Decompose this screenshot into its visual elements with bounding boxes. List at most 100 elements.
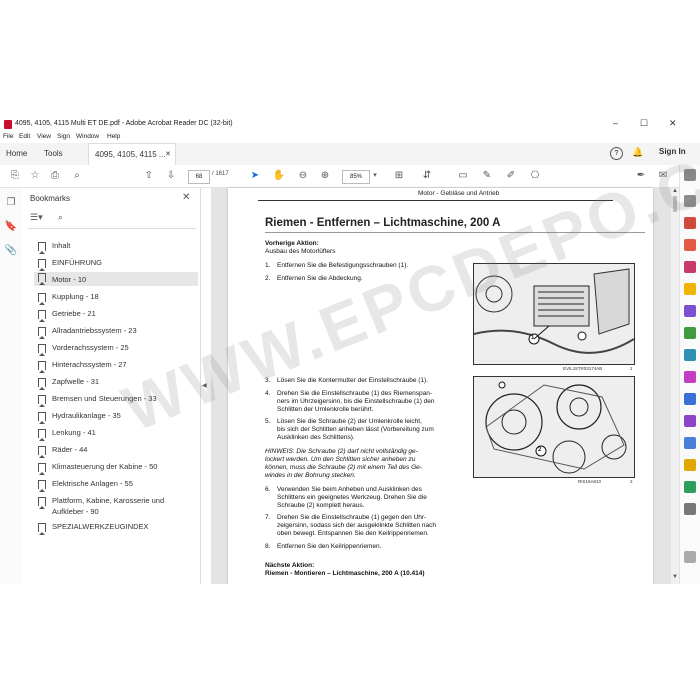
bookmark-icon (38, 242, 46, 254)
bookmark-icon (38, 480, 46, 492)
figure-2-drawing (474, 377, 634, 477)
bookmark-item[interactable]: EINFÜHRUNG (34, 258, 198, 271)
bookmark-icon (38, 378, 46, 390)
step-8: 8. Entfernen Sie den Keilrippenriemen. (265, 543, 382, 550)
bookmark-item[interactable]: Allradantriebssystem - 23 (34, 326, 198, 339)
bookmark-search-icon[interactable]: ⌕ (58, 212, 63, 223)
next-action-block: Nächste Aktion: Riemen - Montieren – Lic… (265, 562, 425, 577)
tab-close-icon[interactable]: ✕ (165, 144, 171, 166)
bookmark-item[interactable]: Plattform, Kabine, Karosserie und Aufkleb… (34, 496, 198, 518)
title-bar: 4095, 4105, 4115 Multi ET DE.pdf - Adobe… (0, 117, 700, 132)
notification-bell-icon[interactable]: 🔔 (632, 147, 643, 158)
help-icon[interactable]: ? (610, 147, 623, 160)
step-5: 5. Lösen Sie die Schraube (2) der Umlenk… (265, 418, 434, 441)
hand-tool-icon[interactable]: ✋ (272, 169, 286, 183)
tab-tools[interactable]: Tools (44, 143, 63, 165)
zoom-out-icon[interactable]: ⊖ (296, 169, 310, 183)
draw-icon[interactable]: ✐ (504, 169, 518, 183)
bookmark-item[interactable]: Kupplung - 18 (34, 292, 198, 305)
acrobat-app-icon (4, 120, 12, 129)
edit-pdf-icon[interactable] (684, 261, 696, 273)
send-for-signature-icon[interactable] (684, 415, 696, 427)
bookmark-item-selected[interactable]: Motor - 10 (34, 272, 198, 286)
bookmark-icon (38, 497, 46, 509)
maximize-button[interactable]: ☐ (640, 118, 648, 129)
bookmarks-close-icon[interactable]: ✕ (182, 192, 190, 203)
procedure-title: Riemen - Entfernen – Lichtmaschine, 200 … (265, 217, 501, 229)
menu-view[interactable]: View (37, 133, 51, 140)
close-window-button[interactable]: ✕ (669, 118, 677, 129)
tab-home[interactable]: Home (6, 143, 27, 165)
page-thumbnails-icon[interactable]: ❐ (4, 196, 18, 210)
menu-file[interactable]: File (3, 133, 13, 140)
tab-document-label: 4095, 4105, 4115 ... (95, 150, 166, 159)
zoom-dropdown-icon[interactable]: ▾ (368, 169, 382, 183)
bookmark-item[interactable]: Getriebe - 21 (34, 309, 198, 322)
bookmark-item[interactable]: Räder - 44 (34, 445, 198, 458)
create-pdf-icon[interactable]: ⎘ (8, 169, 22, 183)
bookmarks-divider (28, 228, 196, 229)
bookmark-item[interactable]: Inhalt (34, 241, 198, 254)
bookmark-icon (38, 523, 46, 535)
zoom-level-select[interactable]: 85% (342, 170, 370, 184)
menu-edit[interactable]: Edit (19, 133, 30, 140)
step-4: 4. Drehen Sie die Einstellschraube (1) d… (265, 390, 435, 413)
organize-pages-icon[interactable] (684, 327, 696, 339)
menu-window[interactable]: Window (76, 133, 99, 140)
combine-files-icon[interactable] (684, 305, 696, 317)
menu-help[interactable]: Help (107, 133, 120, 140)
zoom-in-icon[interactable]: ⊕ (318, 169, 332, 183)
bookmark-item[interactable]: SPEZIALWERKZEUGINDEX (34, 522, 198, 535)
minimize-button[interactable]: – (613, 118, 618, 128)
more-tools-icon[interactable] (684, 503, 696, 515)
bookmark-icon (38, 446, 46, 458)
search-icon[interactable]: ⌕ (70, 169, 84, 183)
attachments-icon[interactable]: 📎 (4, 244, 18, 258)
page-display-icon[interactable]: ⊞ (392, 169, 406, 183)
tab-document[interactable]: 4095, 4105, 4115 ... ✕ (88, 143, 176, 165)
bookmark-item[interactable]: Klimasteuerung der Kabine - 50 (34, 462, 198, 475)
expand-pane-icon[interactable] (684, 551, 696, 563)
bookmark-icon (38, 344, 46, 356)
select-cursor-icon[interactable]: ➤ (248, 169, 262, 183)
bookmark-icon (38, 273, 46, 285)
print-icon[interactable]: ⎙ (48, 169, 62, 183)
bookmarks-title: Bookmarks (30, 194, 71, 203)
tab-bar: Home Tools 4095, 4105, 4115 ... ✕ ? 🔔 Si… (0, 143, 700, 166)
create-pdf-tool-icon[interactable] (684, 239, 696, 251)
menu-sign[interactable]: Sign (57, 133, 70, 140)
compress-pdf-icon[interactable] (684, 349, 696, 361)
figure-2-code: RIS15A810 (578, 479, 602, 484)
bookmark-icon (38, 327, 46, 339)
callout-2: 2 (538, 447, 542, 453)
previous-page-icon[interactable]: ⇧ (142, 169, 156, 183)
scroll-down-icon[interactable]: ▼ (671, 574, 679, 580)
fill-sign-icon[interactable] (684, 371, 696, 383)
step-6: 6. Verwenden Sie beim Anheben und Auskli… (265, 486, 427, 509)
bookmark-icon (38, 463, 46, 475)
next-page-icon[interactable]: ⇩ (164, 169, 178, 183)
figure-2-belt-tensioner: 2 (473, 376, 635, 478)
scan-ocr-icon[interactable] (684, 437, 696, 449)
scrolling-mode-icon[interactable]: ⇵ (420, 169, 434, 183)
page-number-input[interactable]: 68 (188, 170, 210, 184)
comment-tool-icon[interactable] (684, 283, 696, 295)
figure-1-number: 1 (630, 366, 633, 371)
comment-icon[interactable]: ▭ (456, 169, 470, 183)
stamp-icon[interactable]: ⎔ (528, 169, 542, 183)
protect-icon[interactable] (684, 393, 696, 405)
page-total: / 1617 (212, 171, 229, 177)
vertical-scrollbar[interactable]: ▲ ▼ (671, 188, 679, 584)
bookmark-star-icon[interactable]: ☆ (28, 169, 42, 183)
print-production-icon[interactable] (684, 481, 696, 493)
figure-2-number: 2 (630, 479, 633, 484)
bookmark-item[interactable]: Elektrische Anlagen - 55 (34, 479, 198, 492)
callout-1: 1 (531, 335, 535, 341)
bookmark-options-icon[interactable]: ☰▾ (30, 212, 43, 223)
bookmark-icon (38, 310, 46, 322)
highlight-pen-icon[interactable]: ✎ (480, 169, 494, 183)
acrobat-window: 4095, 4105, 4115 Multi ET DE.pdf - Adobe… (0, 117, 700, 584)
bookmarks-panel-icon[interactable]: 🔖 (4, 220, 18, 234)
prepare-form-icon[interactable] (684, 459, 696, 471)
bookmark-icon (38, 361, 46, 373)
